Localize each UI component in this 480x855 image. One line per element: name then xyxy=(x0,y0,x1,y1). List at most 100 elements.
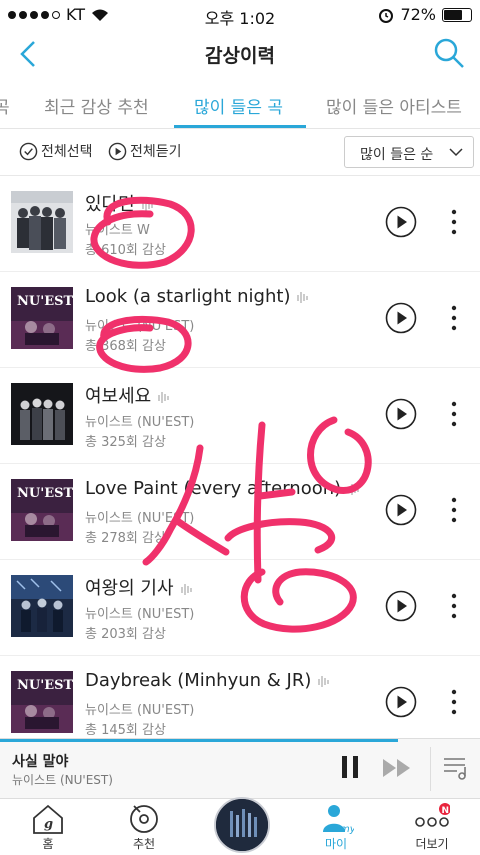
album-art xyxy=(216,799,268,851)
sort-label: 많이 들은 순 xyxy=(360,147,434,163)
play-circle-icon xyxy=(108,142,127,160)
play-icon[interactable] xyxy=(385,494,417,526)
more-vertical-icon[interactable] xyxy=(444,590,464,622)
tab-most-played-songs[interactable]: 많이 들은 곡 xyxy=(194,93,283,118)
divider xyxy=(430,747,431,791)
fast-forward-icon[interactable] xyxy=(381,756,413,780)
nav-home-label: 홈 xyxy=(42,837,54,851)
waveform-icon xyxy=(141,200,153,211)
play-icon[interactable] xyxy=(385,398,417,430)
song-title: 여보세요 xyxy=(85,382,171,408)
playback-progress-bar[interactable] xyxy=(0,739,399,742)
tab-active-indicator xyxy=(174,125,306,128)
nav-more-label: 더보기 xyxy=(415,837,449,851)
chevron-down-icon xyxy=(449,148,463,157)
song-title: Look (a starlight night) xyxy=(85,286,310,307)
waveform-icon xyxy=(348,484,359,495)
play-all-button[interactable]: 전체듣기 xyxy=(108,141,182,161)
song-row[interactable]: 있다면 뉴이스트 W 총 610회 감상 xyxy=(0,176,480,272)
nav-my-label: 마이 xyxy=(324,837,348,851)
pause-icon[interactable] xyxy=(338,753,362,781)
song-artist: 뉴이스트 (NU'EST) xyxy=(85,319,195,334)
bottom-nav: g 홈 추천 my 마이 N xyxy=(0,797,480,855)
more-vertical-icon[interactable] xyxy=(444,206,464,238)
home-icon: g xyxy=(33,804,63,834)
album-art: NU'EST xyxy=(11,479,73,541)
tab-bar: 곡 최근 감상 추천 많이 들은 곡 많이 들은 아티스트 xyxy=(0,80,480,129)
play-icon[interactable] xyxy=(385,302,417,334)
mini-player[interactable]: 사실 말야 뉴이스트 (NU'EST) xyxy=(0,738,480,799)
song-row[interactable]: NU'EST Look (a starlight night) 뉴이스트 (NU… xyxy=(0,272,480,368)
song-title: 있다면 xyxy=(85,190,155,216)
song-title: Love Paint (every afternoon) xyxy=(85,478,361,499)
svg-text:NU'EST: NU'EST xyxy=(17,294,73,309)
search-icon[interactable] xyxy=(432,36,466,70)
more-vertical-icon[interactable] xyxy=(444,398,464,430)
now-playing-title: 사실 말야 xyxy=(12,754,69,770)
status-right: 72% xyxy=(378,5,472,24)
album-art xyxy=(11,383,73,445)
battery-percent: 72% xyxy=(400,5,436,24)
now-playing-disc[interactable] xyxy=(214,797,270,853)
more-dots-icon: N xyxy=(415,803,450,827)
song-play-count: 총 325회 감상 xyxy=(85,435,166,450)
now-playing-artist: 뉴이스트 (NU'EST) xyxy=(12,773,113,787)
app-header: 감상이력 xyxy=(0,28,480,80)
song-artist: 뉴이스트 (NU'EST) xyxy=(85,415,195,430)
song-title: Daybreak (Minhyun & JR) xyxy=(85,670,331,691)
select-all-label: 전체선택 xyxy=(41,144,93,160)
play-icon[interactable] xyxy=(385,590,417,622)
nav-recommend-label: 추천 xyxy=(132,837,156,851)
nav-home[interactable]: g 홈 xyxy=(0,799,96,855)
song-artist: 뉴이스트 (NU'EST) xyxy=(85,703,195,718)
song-row[interactable]: NU'EST Love Paint (every afternoon) 뉴이스트… xyxy=(0,464,480,560)
song-play-count: 총 145회 감상 xyxy=(85,723,166,738)
nav-my[interactable]: my 마이 xyxy=(288,799,384,855)
nav-recommend[interactable]: 추천 xyxy=(96,799,192,855)
my-person-icon: my xyxy=(323,805,354,835)
album-art xyxy=(11,191,73,253)
check-circle-icon xyxy=(19,142,38,160)
recommend-icon xyxy=(130,805,158,833)
page-title: 감상이력 xyxy=(205,45,275,67)
album-art: NU'EST xyxy=(11,287,73,349)
album-art: NU'EST xyxy=(11,671,73,733)
select-all-button[interactable]: 전체선택 xyxy=(19,141,93,161)
more-vertical-icon[interactable] xyxy=(444,494,464,526)
waveform-icon xyxy=(180,584,192,595)
tab-songs-partial[interactable]: 곡 xyxy=(0,93,10,118)
tab-most-played-artists[interactable]: 많이 들은 아티스트 xyxy=(326,93,462,118)
song-row[interactable]: 여보세요 뉴이스트 (NU'EST) 총 325회 감상 xyxy=(0,368,480,464)
waveform-icon xyxy=(158,392,169,403)
svg-text:NU'EST: NU'EST xyxy=(17,678,73,693)
alarm-icon xyxy=(379,8,394,23)
tab-recent-recommend[interactable]: 최근 감상 추천 xyxy=(44,93,149,118)
song-artist: 뉴이스트 (NU'EST) xyxy=(85,511,195,526)
waveform-icon xyxy=(318,676,330,687)
song-list: 있다면 뉴이스트 W 총 610회 감상 NU'EST Look (a star… xyxy=(0,176,480,752)
battery-icon xyxy=(442,7,472,22)
play-all-label: 전체듣기 xyxy=(130,144,182,160)
status-bar: KT 오후 1:02 72% xyxy=(0,0,480,28)
song-artist: 뉴이스트 (NU'EST) xyxy=(85,607,195,622)
song-play-count: 총 203회 감상 xyxy=(85,627,166,642)
song-play-count: 총 610회 감상 xyxy=(85,243,166,258)
play-icon[interactable] xyxy=(385,686,417,718)
nav-more[interactable]: N 더보기 xyxy=(384,799,480,855)
more-vertical-icon[interactable] xyxy=(444,686,464,718)
svg-text:g: g xyxy=(44,817,53,832)
waveform-icon xyxy=(297,292,309,303)
album-art xyxy=(11,575,73,637)
svg-text:NU'EST: NU'EST xyxy=(17,486,73,501)
song-title: 여왕의 기사 xyxy=(85,574,194,600)
play-icon[interactable] xyxy=(385,206,417,238)
song-row[interactable]: 여왕의 기사 뉴이스트 (NU'EST) 총 203회 감상 xyxy=(0,560,480,656)
new-badge: N xyxy=(442,806,450,816)
playlist-icon[interactable] xyxy=(441,753,471,783)
more-vertical-icon[interactable] xyxy=(444,302,464,334)
list-toolbar: 전체선택 전체듣기 많이 들은 순 xyxy=(0,129,480,176)
sort-dropdown[interactable]: 많이 들은 순 xyxy=(344,136,474,168)
svg-text:my: my xyxy=(340,824,354,835)
song-artist: 뉴이스트 W xyxy=(85,223,150,238)
song-play-count: 총 278회 감상 xyxy=(85,531,166,546)
